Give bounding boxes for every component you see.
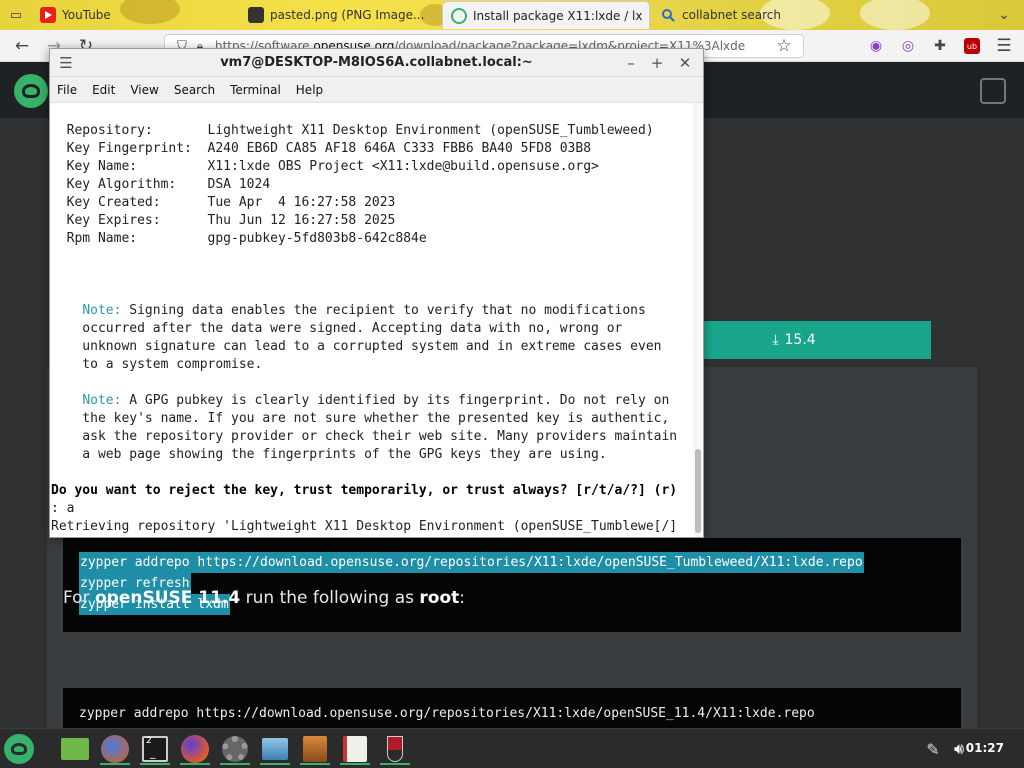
minimize-icon[interactable]: – bbox=[621, 53, 641, 73]
firefox-icon[interactable] bbox=[178, 733, 212, 765]
terminal-line: Key Fingerprint: A240 EB6D CA85 AF18 646… bbox=[51, 141, 592, 156]
close-icon[interactable]: ✕ bbox=[675, 53, 695, 73]
prompt-answer: : a bbox=[51, 501, 75, 516]
back-arrow-icon[interactable]: ← bbox=[10, 34, 34, 58]
menu-file[interactable]: File bbox=[57, 83, 77, 97]
section-heading: For openSUSE 11.4 run the following as r… bbox=[63, 588, 465, 608]
menu-search[interactable]: Search bbox=[174, 83, 215, 97]
code-line: zypper addrepo https://download.opensuse… bbox=[79, 706, 815, 721]
terminal-line: Key Expires: Thu Jun 12 16:27:58 2025 bbox=[51, 213, 396, 228]
tab-pasted-image[interactable]: pasted.png (PNG Image... bbox=[240, 1, 440, 29]
close-tab-icon[interactable]: ✕ bbox=[649, 8, 650, 23]
package-icon[interactable] bbox=[258, 733, 292, 765]
distro-name: openSUSE 11.4 bbox=[94, 588, 241, 608]
code-line: zypper addrepo https://download.opensuse… bbox=[79, 552, 864, 573]
terminal-line: Key Created: Tue Apr 4 16:27:58 2023 bbox=[51, 195, 396, 210]
terminal-line: Note: Signing data enables the recipient… bbox=[51, 302, 646, 320]
maximize-icon[interactable]: + bbox=[647, 53, 667, 73]
apps-grid-icon[interactable] bbox=[980, 78, 1006, 104]
search-icon bbox=[660, 7, 676, 23]
window-title: vm7@DESKTOP-M8IOS6A.collabnet.local:~ bbox=[220, 55, 533, 70]
opensuse-logo-icon[interactable] bbox=[14, 74, 48, 108]
terminal-output[interactable]: Repository: Lightweight X11 Desktop Envi… bbox=[50, 103, 692, 537]
note-text: A GPG pubkey is clearly identified by it… bbox=[121, 393, 670, 408]
youtube-icon bbox=[40, 7, 56, 23]
code-block-11-4[interactable]: zypper addrepo https://download.opensuse… bbox=[63, 688, 961, 728]
tab-label: Install package X11:lxde / lx bbox=[473, 8, 643, 23]
pocket-icon[interactable]: ◉ bbox=[864, 34, 888, 58]
wine-archive-icon[interactable] bbox=[298, 733, 332, 765]
terminal-line: ask the repository provider or check the… bbox=[51, 429, 678, 444]
menu-view[interactable]: View bbox=[130, 83, 158, 97]
tab-install-package[interactable]: Install package X11:lxde / lx ✕ bbox=[442, 1, 650, 29]
terminal-menubar: File Edit View Search Terminal Help bbox=[50, 77, 703, 103]
extensions-icon[interactable]: ✚ bbox=[928, 34, 952, 58]
terminal-line: Note: A GPG pubkey is clearly identified… bbox=[51, 392, 669, 410]
terminal-line: the key's name. If you are not sure whet… bbox=[51, 411, 670, 426]
terminal-line: to a system compromise. bbox=[51, 357, 263, 372]
clock[interactable]: 01:27 bbox=[966, 741, 1004, 755]
terminal-line: unknown signature can lead to a corrupte… bbox=[51, 339, 662, 354]
tab-label: collabnet search bbox=[682, 8, 781, 22]
tab-search[interactable]: collabnet search bbox=[652, 1, 952, 29]
text: For bbox=[63, 588, 95, 608]
taskbar: 2 _ ✎ 🔊︎ 01:27 bbox=[0, 728, 1024, 768]
code-block-tumbleweed[interactable]: zypper addrepo https://download.opensuse… bbox=[63, 538, 961, 632]
text: run the following as bbox=[240, 588, 420, 608]
menu-help[interactable]: Help bbox=[296, 83, 323, 97]
menu-terminal[interactable]: Terminal bbox=[230, 83, 281, 97]
terminal-line: Key Name: X11:lxde OBS Project <X11:lxde… bbox=[51, 159, 599, 174]
user-name: root bbox=[419, 588, 460, 608]
note-label: Note: bbox=[82, 393, 122, 408]
workspace-badge: 2 bbox=[146, 736, 152, 746]
tab-label: YouTube bbox=[62, 8, 111, 22]
note-text: Signing data enables the recipient to ve… bbox=[121, 303, 646, 318]
settings-gear-icon[interactable] bbox=[218, 733, 252, 765]
note-label: Note: bbox=[82, 303, 122, 318]
terminal-line: Rpm Name: gpg-pubkey-5fd803b8-642c884e bbox=[51, 231, 427, 246]
download-icon: ⤓ bbox=[772, 332, 779, 348]
menu-icon[interactable]: ☰ bbox=[992, 34, 1016, 58]
text: : bbox=[459, 588, 465, 608]
terminal-line: a web page showing the fingerprints of t… bbox=[51, 447, 607, 462]
opensuse-icon bbox=[451, 7, 467, 24]
terminal-line: Repository: Lightweight X11 Desktop Envi… bbox=[51, 123, 654, 138]
tab-label: pasted.png (PNG Image... bbox=[270, 8, 425, 22]
account-icon[interactable]: ◎ bbox=[896, 34, 920, 58]
start-menu-icon[interactable] bbox=[2, 733, 36, 765]
firefox-old-icon[interactable] bbox=[98, 733, 132, 765]
terminal-line: Key Algorithm: DSA 1024 bbox=[51, 177, 271, 192]
scrollbar-thumb[interactable] bbox=[695, 449, 701, 533]
terminal-titlebar[interactable]: ☰ vm7@DESKTOP-M8IOS6A.collabnet.local:~ … bbox=[50, 49, 703, 77]
terminal-line: occurred after the data were signed. Acc… bbox=[51, 321, 623, 336]
terminal-icon[interactable]: 2 _ bbox=[138, 733, 172, 765]
ublock-icon[interactable]: ub bbox=[960, 34, 984, 58]
folder-icon[interactable] bbox=[58, 733, 92, 765]
tab-youtube[interactable]: YouTube bbox=[32, 1, 237, 29]
image-icon bbox=[248, 7, 264, 23]
wine-glass-icon[interactable] bbox=[378, 733, 412, 765]
trust-prompt: Do you want to reject the key, trust tem… bbox=[51, 483, 678, 498]
bookmark-star-icon[interactable]: ☆ bbox=[772, 34, 796, 58]
terminal-line: Retrieving repository 'Lightweight X11 D… bbox=[51, 519, 678, 534]
list-all-tabs-icon[interactable]: ⌄ bbox=[992, 3, 1016, 27]
menu-edit[interactable]: Edit bbox=[92, 83, 115, 97]
browser-tab-strip: ▭ YouTube pasted.png (PNG Image... Insta… bbox=[0, 0, 1024, 30]
terminal-window[interactable]: ☰ vm7@DESKTOP-M8IOS6A.collabnet.local:~ … bbox=[49, 48, 704, 538]
text-editor-icon[interactable] bbox=[338, 733, 372, 765]
download-label: 15.4 bbox=[784, 332, 816, 348]
tab-overview-icon[interactable]: ▭ bbox=[4, 3, 28, 27]
